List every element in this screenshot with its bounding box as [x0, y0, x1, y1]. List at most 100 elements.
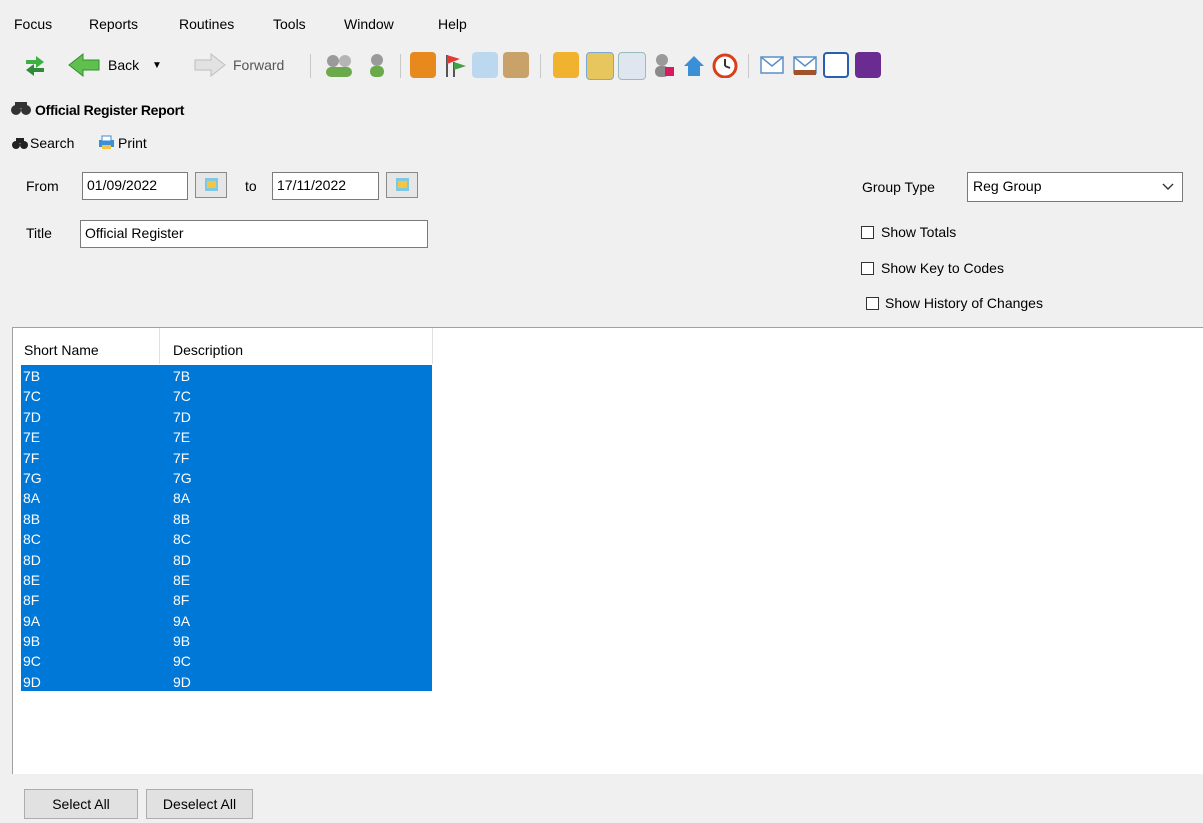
home-icon[interactable] [681, 52, 707, 78]
page-title: Official Register Report [35, 102, 185, 118]
mail-icon[interactable] [759, 52, 785, 78]
menu-window[interactable]: Window [344, 16, 394, 32]
person-icon[interactable] [364, 52, 390, 78]
table-row[interactable]: 9D 9D [21, 670, 432, 692]
menu-bar: Focus Reports Routines Tools Window Help [0, 0, 1203, 34]
cell-short-name: 7E [23, 429, 41, 446]
menu-routines[interactable]: Routines [179, 16, 234, 32]
printer-icon[interactable] [98, 135, 115, 150]
group-type-select[interactable]: Reg Group [967, 172, 1183, 202]
show-history-label: Show History of Changes [885, 295, 1043, 311]
table-row[interactable]: 8F 8F [21, 589, 432, 610]
menu-tools[interactable]: Tools [273, 16, 306, 32]
back-dropdown-icon[interactable]: ▼ [152, 60, 162, 71]
book-icon[interactable] [410, 52, 436, 78]
document-icon[interactable] [586, 52, 614, 80]
menu-focus[interactable]: Focus [14, 16, 52, 32]
cell-short-name: 7B [23, 368, 41, 384]
table-row[interactable]: 8C 8C [21, 528, 432, 549]
column-short-name[interactable]: Short Name [24, 342, 99, 358]
cell-short-name: 7C [23, 388, 41, 405]
cell-short-name: 9D [23, 673, 41, 690]
column-divider[interactable] [159, 328, 160, 364]
person-message-icon[interactable] [472, 52, 498, 78]
edit-document-icon[interactable] [618, 52, 646, 80]
title-input[interactable]: Official Register [80, 220, 428, 248]
cell-description: 8F [173, 592, 190, 609]
group-grid: Short Name Description 7B 7B 7C 7C 7D 7D 7E 7E 7… [12, 327, 1203, 774]
search-button[interactable]: Search [30, 135, 74, 151]
show-totals-label: Show Totals [881, 224, 957, 240]
cell-description: 8D [173, 551, 191, 568]
clock-icon[interactable] [712, 52, 738, 78]
table-row[interactable]: 7D 7D [21, 405, 432, 427]
table-row[interactable]: 7G 7G [21, 466, 432, 488]
table-row[interactable]: 7E 7E [21, 426, 432, 447]
group-people-icon[interactable] [322, 52, 356, 78]
from-label: From [26, 178, 59, 194]
cell-description: 8E [173, 571, 191, 588]
forward-arrow-icon[interactable] [193, 52, 227, 78]
group-type-label: Group Type [862, 179, 935, 195]
table-row[interactable]: 8D 8D [21, 548, 432, 569]
calendar-icon [205, 178, 218, 191]
chevron-down-icon [1162, 183, 1174, 190]
cell-short-name: 8C [23, 531, 41, 548]
grid-rows: 7B 7B 7C 7C 7D 7D 7E 7E 7F 7F 7G 7G 8A 8A 8B 8B 8C 8C 8D 8D… [21, 365, 432, 692]
table-row[interactable]: 9C 9C [21, 650, 432, 671]
table-row[interactable]: 7B 7B [21, 365, 432, 386]
show-totals-checkbox[interactable] [861, 226, 874, 239]
cell-short-name: 7F [23, 449, 40, 466]
show-history-checkbox[interactable] [866, 297, 879, 310]
cell-short-name: 7D [23, 408, 41, 425]
door-icon[interactable] [503, 52, 529, 78]
toolbar: Back ▼ Forward [0, 36, 1203, 86]
select-all-button[interactable]: Select All [24, 789, 138, 819]
cell-description: 7D [173, 408, 191, 425]
panel-header: Official Register Report [0, 89, 1203, 127]
binoculars-icon [11, 102, 31, 115]
from-date-input[interactable]: 01/09/2022 [82, 172, 188, 200]
table-row[interactable]: 9A 9A [21, 609, 432, 631]
to-calendar-button[interactable] [386, 172, 418, 198]
title-label: Title [26, 225, 52, 241]
cell-description: 7C [173, 388, 191, 405]
cell-short-name: 8E [23, 571, 41, 588]
flags-icon[interactable] [442, 52, 468, 78]
show-key-checkbox[interactable] [861, 262, 874, 275]
mail-reply-icon[interactable] [792, 52, 818, 78]
menu-reports[interactable]: Reports [89, 16, 138, 32]
user-report-icon[interactable] [650, 52, 676, 78]
cell-description: 7E [173, 429, 191, 446]
cell-short-name: 9C [23, 653, 41, 670]
grid-header: Short Name Description [13, 328, 433, 364]
toolbar-separator [310, 54, 311, 78]
back-button[interactable]: Back [108, 57, 139, 73]
toolbar-separator [400, 54, 401, 78]
cell-description: 8C [173, 531, 191, 548]
to-date-input[interactable]: 17/11/2022 [272, 172, 379, 200]
table-row[interactable]: 7C 7C [21, 385, 432, 406]
table-row[interactable]: 8A 8A [21, 487, 432, 508]
from-calendar-button[interactable] [195, 172, 227, 198]
search-binoculars-icon[interactable] [12, 136, 28, 150]
forward-button[interactable]: Forward [233, 57, 284, 73]
table-row[interactable]: 9B 9B [21, 630, 432, 651]
table-row[interactable]: 8B 8B [21, 507, 432, 529]
toolbar-separator [748, 54, 749, 78]
switch-arrows-icon[interactable] [22, 52, 48, 78]
group-type-value: Reg Group [973, 178, 1042, 194]
puzzle-icon[interactable] [553, 52, 579, 78]
colored-grid-icon[interactable] [823, 52, 849, 78]
deselect-all-button[interactable]: Deselect All [146, 789, 253, 819]
menu-help[interactable]: Help [438, 16, 467, 32]
cell-short-name: 9A [23, 612, 41, 629]
table-row[interactable]: 8E 8E [21, 568, 432, 590]
print-button[interactable]: Print [118, 135, 147, 151]
cell-short-name: 8D [23, 551, 41, 568]
back-arrow-icon[interactable] [67, 52, 101, 78]
table-row[interactable]: 7F 7F [21, 446, 432, 467]
column-description[interactable]: Description [173, 342, 243, 358]
cell-description: 9C [173, 653, 191, 670]
people-purple-icon[interactable] [855, 52, 881, 78]
